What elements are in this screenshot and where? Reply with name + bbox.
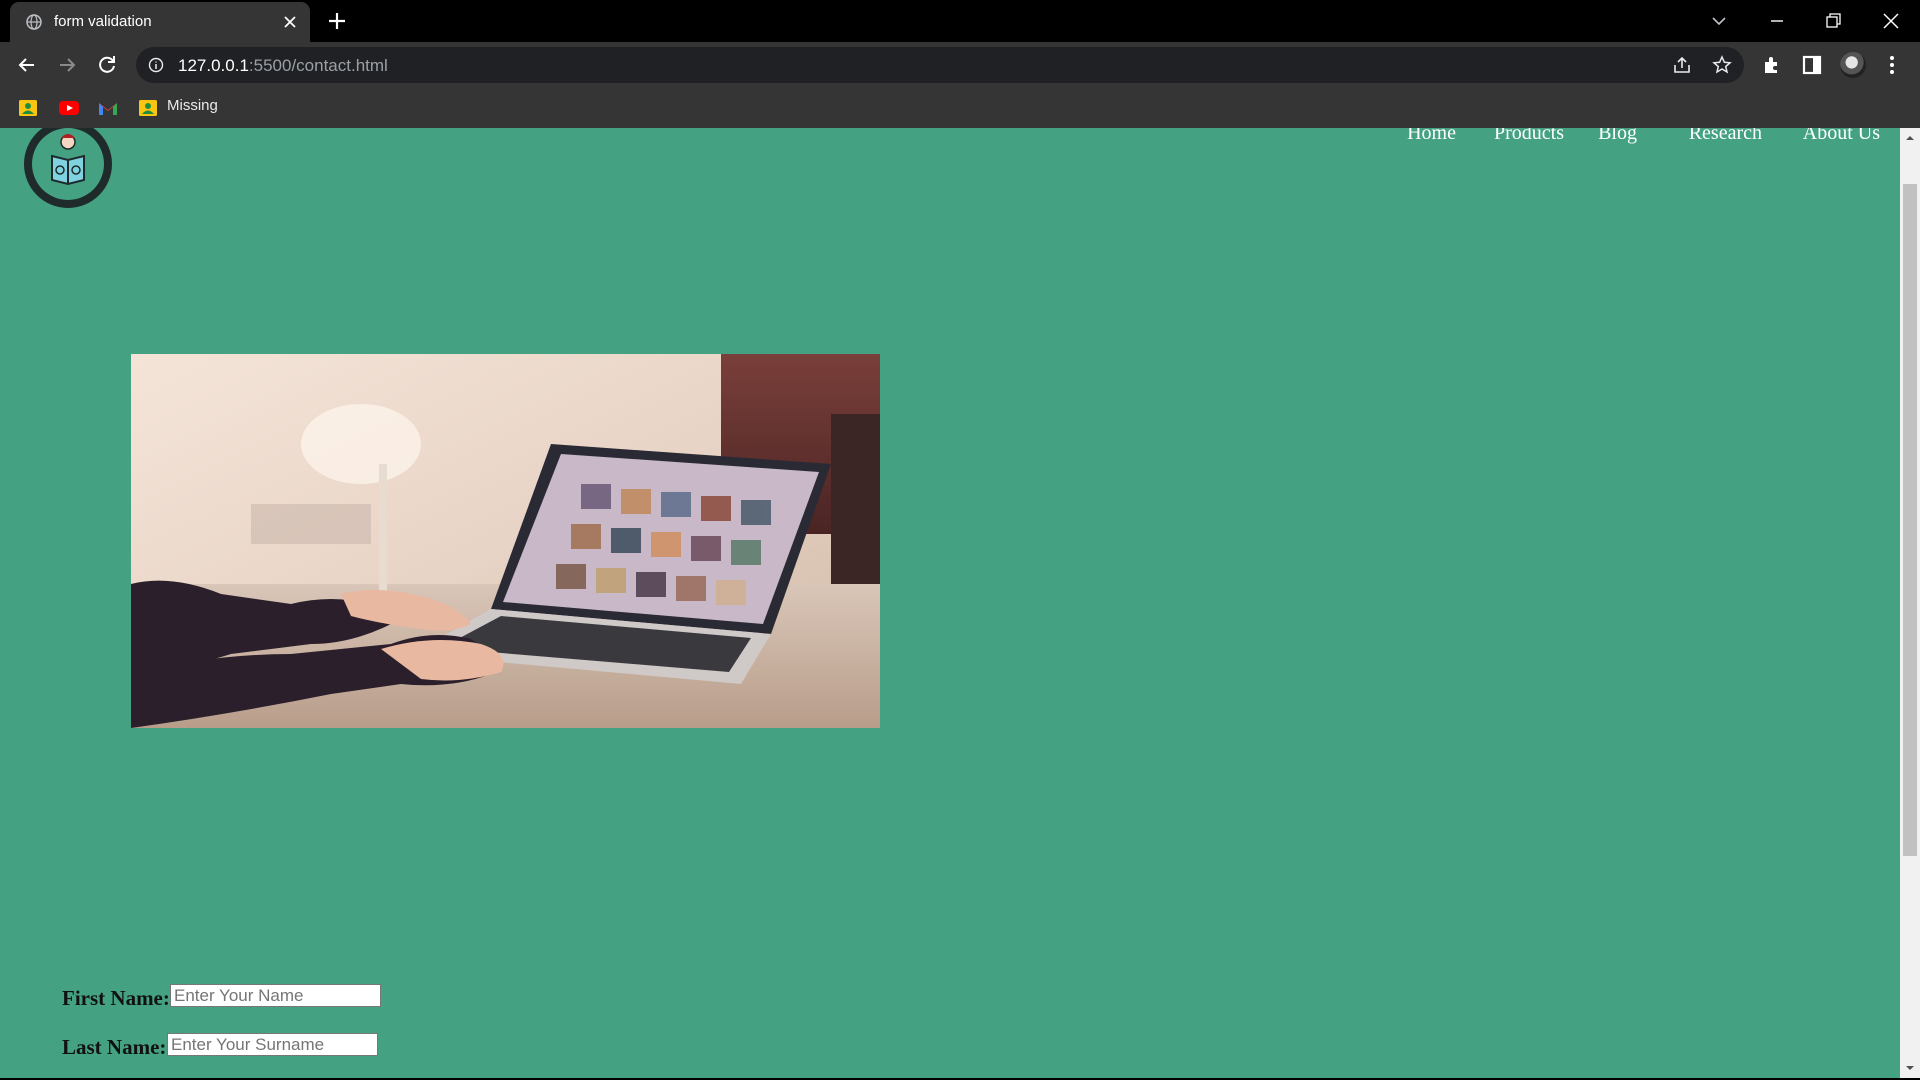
url-text[interactable]: 127.0.0.1:5500/contact.html bbox=[178, 56, 388, 76]
window-close-icon[interactable] bbox=[1878, 8, 1904, 34]
globe-icon bbox=[26, 14, 42, 30]
last-name-label: Last Name: bbox=[62, 1035, 167, 1059]
youtube-icon[interactable] bbox=[58, 98, 80, 118]
star-icon[interactable] bbox=[1712, 55, 1732, 75]
scroll-up-arrow-icon[interactable] bbox=[1904, 132, 1916, 144]
url-path: :5500/contact.html bbox=[248, 56, 388, 75]
nav-home[interactable]: Home bbox=[1407, 128, 1456, 145]
missing-bookmark-icon[interactable] bbox=[138, 98, 158, 118]
minimize-icon[interactable] bbox=[1764, 8, 1790, 34]
scroll-down-arrow-icon[interactable] bbox=[1904, 1062, 1916, 1074]
new-tab-icon[interactable] bbox=[326, 10, 348, 32]
side-panel-icon[interactable] bbox=[1800, 53, 1824, 77]
nav-blog[interactable]: Blog bbox=[1598, 128, 1637, 145]
last-name-input[interactable] bbox=[167, 1033, 378, 1056]
browser-tab-strip: form validation bbox=[0, 0, 1920, 42]
menu-dots-icon[interactable] bbox=[1880, 53, 1904, 77]
bookmarks-bar: Missing bbox=[0, 88, 1920, 128]
share-icon[interactable] bbox=[1672, 55, 1692, 75]
bookmark-missing-label[interactable]: Missing bbox=[167, 97, 218, 114]
contacts-bookmark-icon[interactable] bbox=[18, 98, 38, 118]
nav-products[interactable]: Products bbox=[1494, 128, 1564, 145]
hero-image bbox=[131, 354, 880, 728]
nav-about-us[interactable]: About Us bbox=[1803, 128, 1880, 145]
scroll-thumb[interactable] bbox=[1903, 184, 1917, 856]
browser-tab[interactable]: form validation bbox=[10, 2, 310, 42]
nav-research[interactable]: Research bbox=[1689, 128, 1762, 145]
back-arrow-icon[interactable] bbox=[14, 52, 40, 78]
restore-icon[interactable] bbox=[1820, 8, 1846, 34]
page-scrollbar[interactable] bbox=[1900, 128, 1920, 1078]
url-host: 127.0.0.1 bbox=[178, 56, 249, 75]
first-name-input[interactable] bbox=[170, 984, 381, 1007]
first-name-label: First Name: bbox=[62, 986, 170, 1010]
address-bar[interactable]: 127.0.0.1:5500/contact.html bbox=[136, 47, 1744, 83]
reading-person-icon bbox=[32, 128, 104, 200]
site-logo[interactable] bbox=[24, 128, 112, 208]
browser-toolbar: 127.0.0.1:5500/contact.html bbox=[0, 42, 1920, 88]
close-icon[interactable] bbox=[282, 14, 298, 30]
gmail-icon[interactable] bbox=[97, 98, 119, 118]
forward-arrow-icon[interactable] bbox=[54, 52, 80, 78]
reload-icon[interactable] bbox=[94, 52, 120, 78]
tab-title: form validation bbox=[54, 13, 152, 30]
info-icon[interactable] bbox=[148, 57, 164, 73]
page-viewport: Home Products Blog Research About Us Fir… bbox=[0, 128, 1900, 1078]
profile-avatar[interactable] bbox=[1840, 52, 1866, 78]
extensions-icon[interactable] bbox=[1760, 53, 1784, 77]
tab-search-icon[interactable] bbox=[1706, 8, 1732, 34]
